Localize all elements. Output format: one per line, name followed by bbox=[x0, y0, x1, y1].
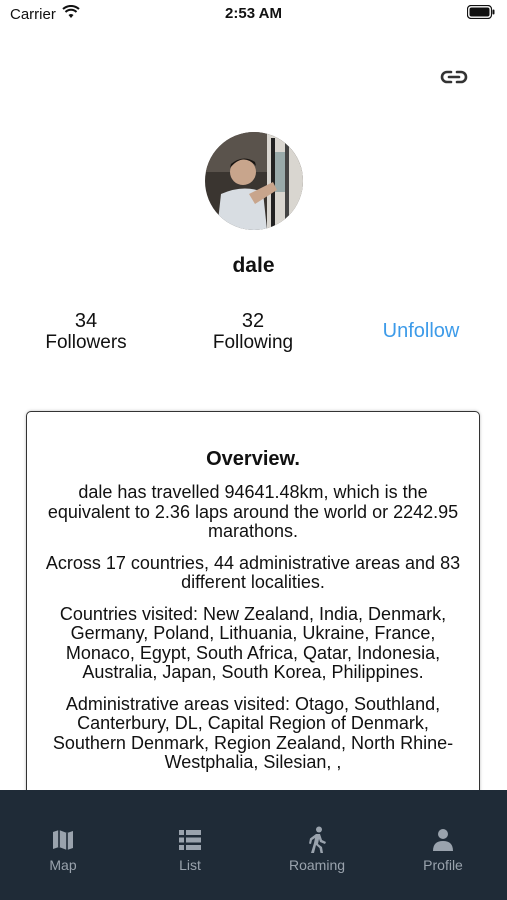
battery-icon bbox=[466, 4, 495, 24]
followers-stat[interactable]: 34 Followers bbox=[21, 310, 151, 354]
status-bar: Carrier 2:53 AM bbox=[0, 0, 507, 28]
tab-map[interactable]: Map bbox=[13, 826, 113, 873]
tab-profile-label: Profile bbox=[423, 857, 463, 873]
following-label: Following bbox=[212, 332, 294, 353]
followers-label: Followers bbox=[45, 332, 127, 353]
tab-map-label: Map bbox=[49, 857, 77, 873]
overview-regions-text: Across 17 countries, 44 administrative a… bbox=[45, 552, 461, 592]
list-icon bbox=[140, 826, 240, 854]
tab-roaming[interactable]: Roaming bbox=[267, 826, 367, 873]
tab-list-label: List bbox=[179, 857, 201, 873]
overview-countries-text: Countries visited: New Zealand, India, D… bbox=[59, 603, 447, 682]
unfollow-button[interactable]: Unfollow bbox=[366, 320, 476, 343]
map-icon bbox=[13, 826, 113, 854]
followers-count: 34 bbox=[74, 310, 98, 332]
tab-roaming-label: Roaming bbox=[288, 857, 346, 873]
status-time: 2:53 AM bbox=[225, 5, 282, 22]
overview-admin-areas-text: Administrative areas visited: Otago, Sou… bbox=[52, 693, 454, 772]
following-count: 32 bbox=[241, 310, 265, 332]
overview-title: Overview. bbox=[206, 448, 300, 470]
link-icon bbox=[440, 68, 468, 91]
walking-icon bbox=[267, 826, 367, 854]
tab-profile[interactable]: Profile bbox=[393, 826, 493, 873]
overview-distance-text: dale has travelled 94641.48km, which is … bbox=[47, 482, 459, 541]
person-icon bbox=[393, 826, 493, 854]
profile-screen: Carrier 2:53 AM dale 34 Followers 32 Fol… bbox=[0, 0, 507, 900]
bottom-tab-bar: Map List Roaming Profile bbox=[0, 790, 507, 900]
share-link-button[interactable] bbox=[439, 67, 469, 91]
username: dale bbox=[232, 254, 275, 277]
avatar bbox=[205, 132, 303, 230]
following-stat[interactable]: 32 Following bbox=[188, 310, 318, 354]
tab-list[interactable]: List bbox=[140, 826, 240, 873]
